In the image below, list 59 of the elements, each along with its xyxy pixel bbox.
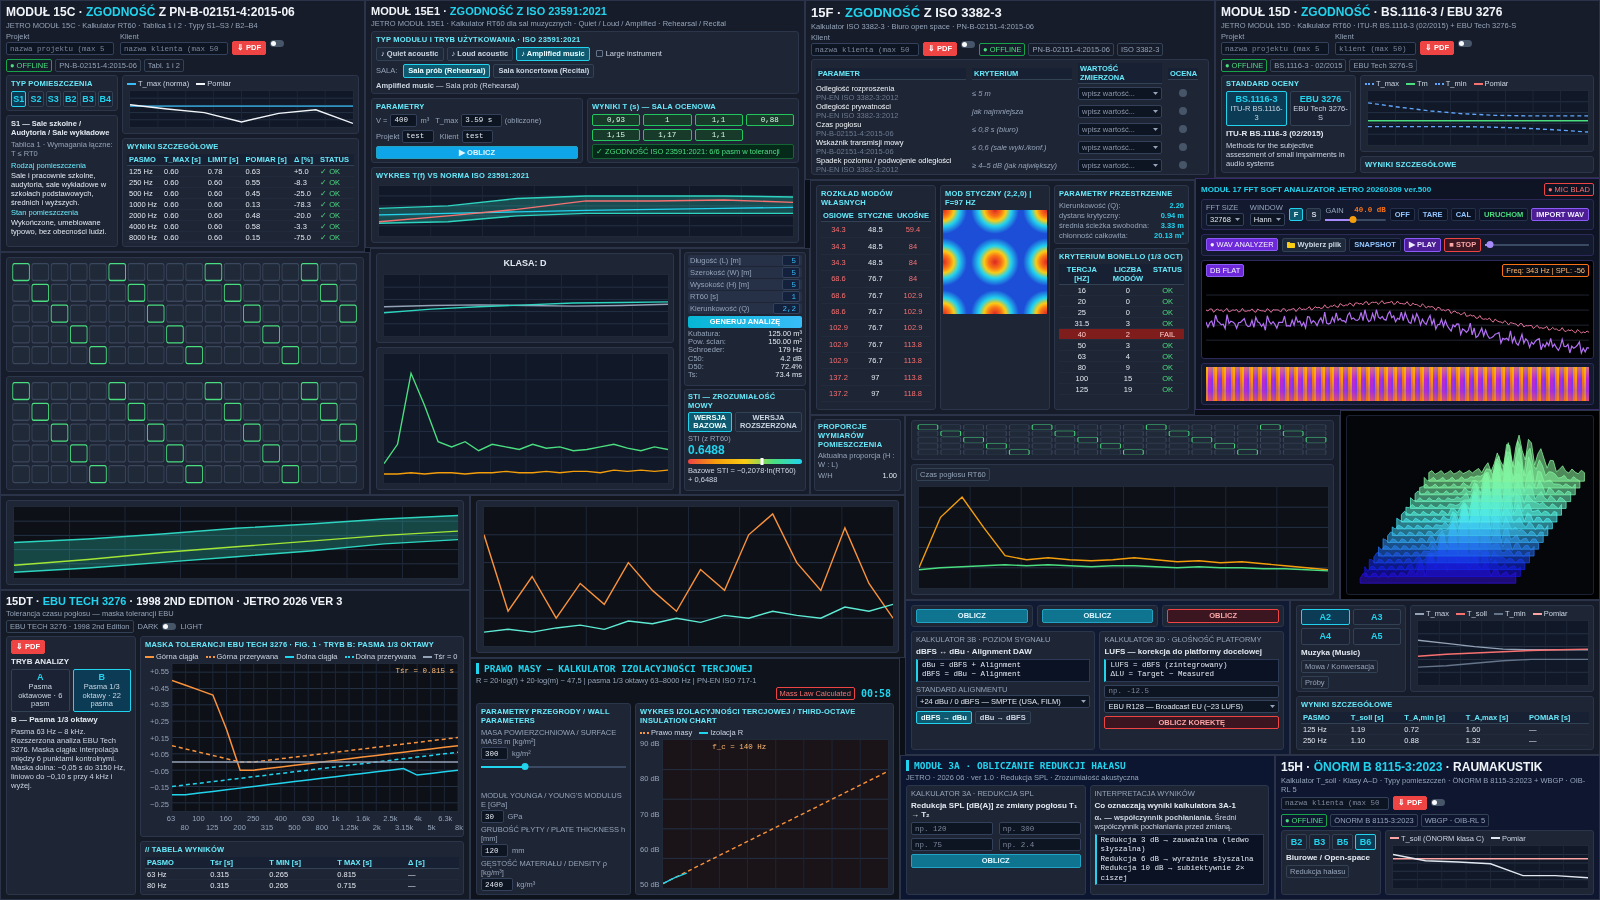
type-tile[interactable]: B3 (1309, 833, 1330, 851)
type-tile[interactable]: S2 (28, 91, 44, 108)
window-title: MODUŁ 3A · OBLICZANIE REDUKCJI HAŁASU (906, 760, 1126, 771)
status-dot-icon (1179, 161, 1187, 169)
type-tile[interactable]: B2 (63, 91, 79, 108)
caret-icon (1153, 163, 1158, 167)
folder-icon (1286, 241, 1295, 248)
caret-icon (1270, 704, 1275, 708)
slider-thumb[interactable] (1486, 241, 1494, 249)
window-title: PRAWO MASY — KALKULATOR IZOLACYJNOŚCI TERCJOWEJ (476, 663, 753, 674)
section-heading: Muzyka (Music) (1301, 647, 1362, 657)
caret-icon (1153, 91, 1158, 95)
slider-thumb[interactable] (1349, 216, 1357, 223)
window-title: MODUŁ 15C · ZGODNOŚĆ Z PN-B-02151-4:2015-06 (6, 5, 295, 19)
window-title: 15DT · EBU TECH 3276 · 1998 2ND EDITION · JETRO 2026 VER 3 (6, 595, 343, 607)
toggle-switch[interactable] (162, 623, 177, 630)
status-dot-icon (1179, 89, 1187, 97)
status-dot-icon (1179, 143, 1187, 151)
type-tile[interactable]: A2 (1301, 609, 1350, 626)
caret-icon (1081, 699, 1087, 703)
toggle-switch[interactable] (1458, 40, 1473, 47)
section-heading: TRYB ANALIZY (11, 656, 71, 666)
type-tile[interactable]: A5 (1352, 628, 1401, 645)
slider-track[interactable] (1485, 241, 1589, 249)
class-label: KLASA: D (502, 257, 548, 269)
section-heading: Redukcja SPL [dB(A)] ze zmiany pogłosu T₁ → T₂ (911, 801, 1079, 819)
window-title: MODUŁ 17 FFT SOFT ANALIZATOR JETRO 20260309 ver.500 (1201, 185, 1432, 194)
caret-icon (1153, 127, 1158, 131)
section-heading: B — Pasma 1/3 oktawy (11, 714, 99, 724)
clock-readout: 00:58 (859, 687, 892, 700)
type-tile[interactable]: S3 (45, 91, 61, 108)
window-title: MODUŁ 15E1 · ZGODNOŚĆ Z ISO 23591:2021 (371, 5, 607, 17)
section-heading: Biurowe / Open-space (1286, 853, 1372, 863)
toggle-switch[interactable] (1431, 799, 1446, 807)
section-heading: Co oznaczają wyniki kalkulatora 3A-1 (1094, 801, 1237, 810)
caret-icon (1234, 218, 1240, 221)
type-tile[interactable]: B4 (97, 91, 113, 108)
type-tile[interactable]: A4 (1301, 628, 1350, 645)
toggle-switch[interactable] (961, 41, 976, 48)
section-heading: LUFS — korekcja do platformy docelowej (1104, 646, 1263, 656)
window-title: 15H · ÖNORM B 8115-3:2023 · RAUMAKUSTIK (1281, 760, 1543, 774)
slider-thumb[interactable] (521, 763, 528, 770)
window-title: 15F · ZGODNOŚĆ Z ISO 3382-3 (811, 5, 1002, 20)
section-heading: dBFS ↔ dBu · Alignment DAW (916, 646, 1033, 656)
caret-icon (1275, 218, 1281, 221)
caret-icon (1153, 145, 1158, 149)
status-dot-icon (1179, 107, 1187, 115)
section-heading: ITU-R BS.1116-3 (02/2015) (1226, 128, 1325, 138)
type-tile[interactable]: S1 (11, 91, 27, 108)
type-tile[interactable]: B3 (80, 91, 96, 108)
type-tile[interactable]: B5 (1332, 833, 1353, 851)
window-title: MODUŁ 15D · ZGODNOŚĆ · BS.1116-3 / EBU 3276 (1221, 5, 1503, 19)
status-dot-icon (1179, 125, 1187, 133)
stat-value: 0.6488 (688, 443, 726, 458)
type-tile[interactable]: B2 (1286, 833, 1307, 851)
toggle-switch[interactable] (270, 40, 285, 47)
type-tile[interactable]: A3 (1352, 609, 1401, 626)
caret-icon (1153, 109, 1158, 113)
type-tile[interactable]: B6 (1355, 833, 1376, 851)
